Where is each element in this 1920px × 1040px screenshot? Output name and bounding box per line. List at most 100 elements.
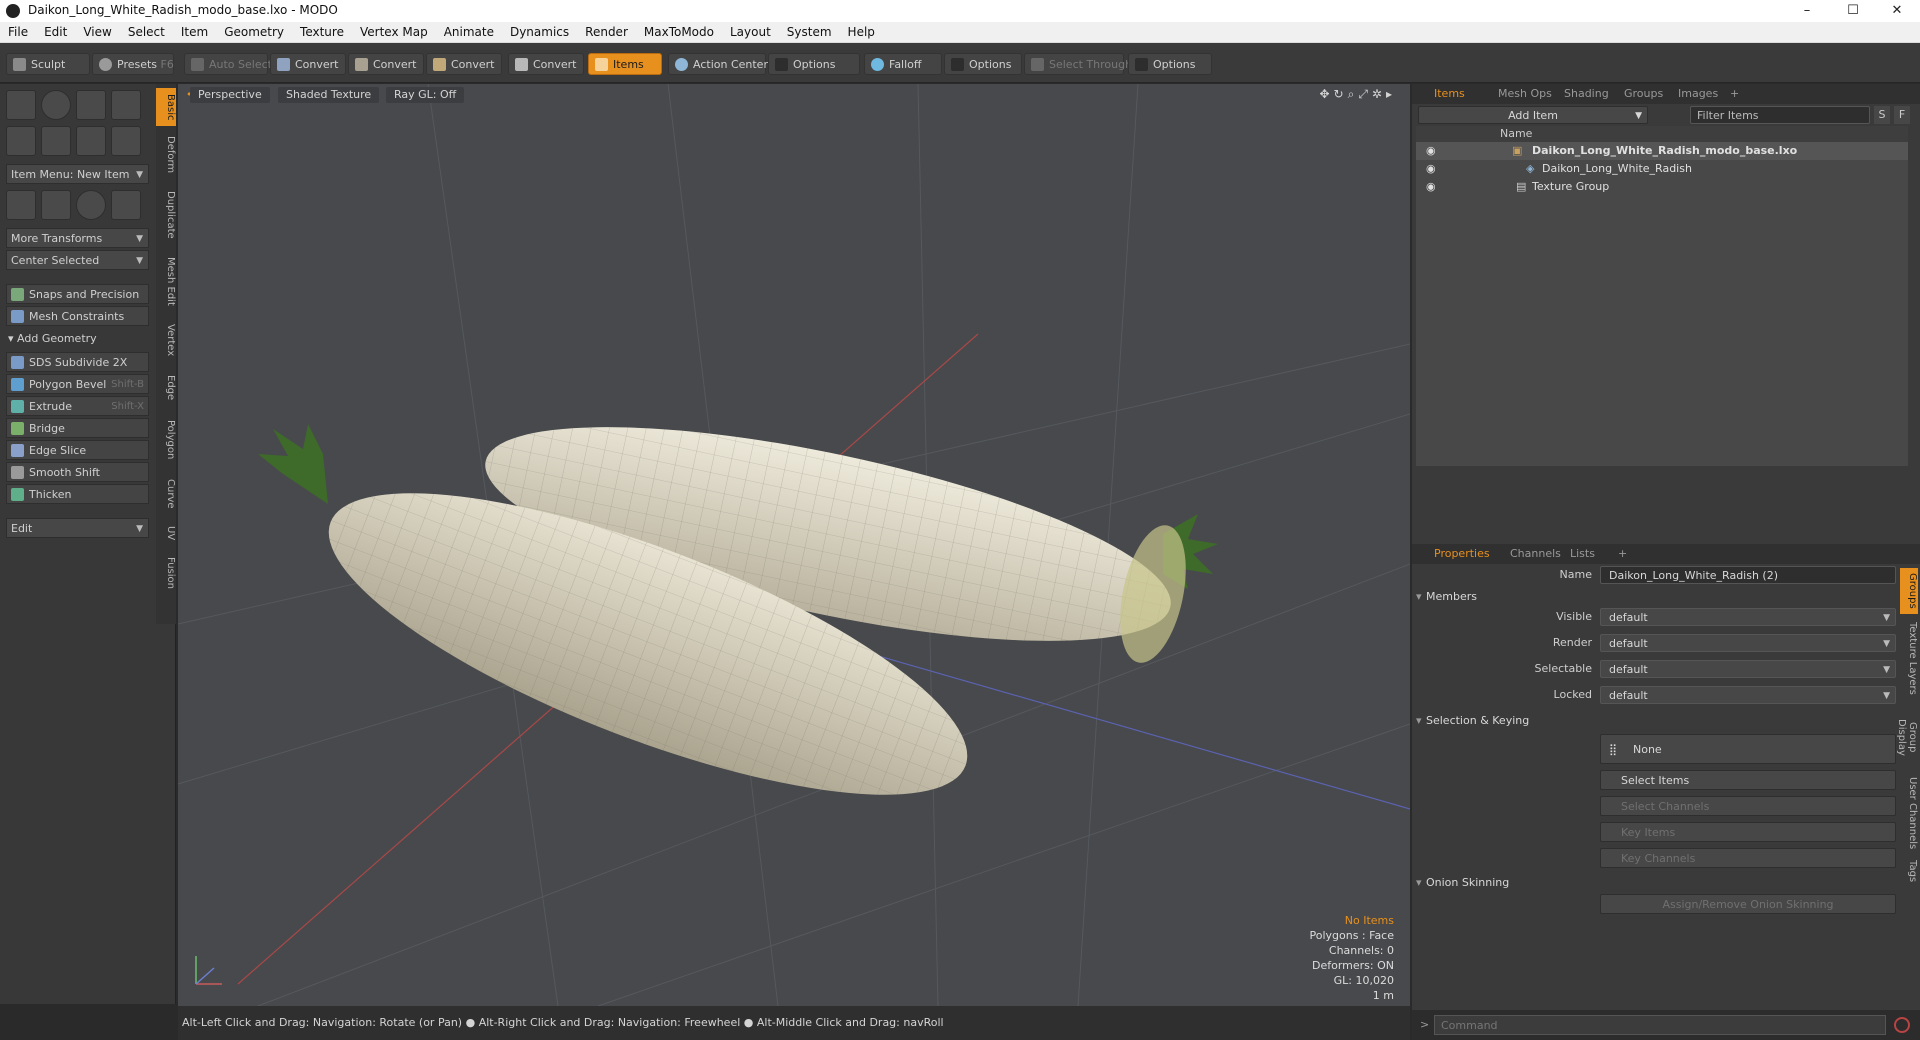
tree-item-scene[interactable]: ◉ ▣ Daikon_Long_White_Radish_modo_base.lxo [1422,142,1912,160]
tree-item-mesh[interactable]: ◉ ◈ Daikon_Long_White_Radish [1422,160,1912,178]
command-input[interactable] [1434,1015,1886,1035]
menu-render[interactable]: Render [577,22,636,43]
close-button[interactable]: ✕ [1874,0,1920,22]
render-dropdown[interactable]: default ▼ [1600,634,1896,652]
select-items-button[interactable]: Select Items [1600,770,1896,790]
key-items-button[interactable]: Key Items [1600,822,1896,842]
tab-channels[interactable]: Channels [1502,545,1569,563]
eye-icon[interactable]: ◉ [1426,160,1436,178]
tab-uv[interactable]: UV [156,520,176,546]
tab-fusion[interactable]: Fusion [156,550,176,596]
thicken-button[interactable]: Thicken [6,484,149,504]
cone-icon[interactable] [111,90,141,120]
view-perspective-dropdown[interactable]: Perspective [190,87,270,103]
cube-icon[interactable] [6,90,36,120]
convert-polygons-button[interactable]: Convert [426,53,502,75]
menu-animate[interactable]: Animate [436,22,502,43]
action-center-button[interactable]: Action Center [668,53,768,75]
tab-basic[interactable]: Basic [156,88,176,126]
edit-dropdown[interactable]: Edit ▼ [6,518,149,538]
tab-duplicate[interactable]: Duplicate [156,184,176,246]
auto-select-button[interactable]: Auto Select [184,53,272,75]
tree-item-texture-group[interactable]: ◉ ▤ Texture Group [1422,178,1912,196]
cylinder-icon[interactable] [76,90,106,120]
members-section[interactable]: Members [1416,588,1904,606]
tab-lists[interactable]: Lists [1562,545,1603,563]
sphere-icon[interactable] [41,90,71,120]
select-through-button[interactable]: Select Through [1024,53,1132,75]
sculpt-button[interactable]: Sculpt [6,53,90,75]
pen-tool-icon[interactable] [76,126,106,156]
assign-onion-skinning-button[interactable]: Assign/Remove Onion Skinning [1600,894,1896,914]
more-transforms-dropdown[interactable]: More Transforms ▼ [6,228,149,248]
menu-texture[interactable]: Texture [292,22,352,43]
curve-tool-icon[interactable] [41,126,71,156]
selection-keying-section[interactable]: Selection & Keying [1416,712,1904,730]
shading-mode-dropdown[interactable]: Shaded Texture [278,87,380,103]
eye-icon[interactable]: ◉ [1426,178,1436,196]
bridge-button[interactable]: Bridge [6,418,149,438]
menu-select[interactable]: Select [120,22,173,43]
tab-group-display[interactable]: Group Display [1896,702,1918,772]
menu-maxtomodo[interactable]: MaxToModo [636,22,722,43]
transform-icon[interactable] [6,190,36,220]
add-tab-button[interactable]: + [1610,545,1635,563]
action-center-options-button[interactable]: Options [768,53,860,75]
snaps-precision-button[interactable]: Snaps and Precision [6,284,149,304]
raygl-toggle[interactable]: Ray GL: Off [386,87,465,103]
items-mode-button[interactable]: Items [588,53,662,75]
falloff-button[interactable]: Falloff [864,53,942,75]
tab-polygon[interactable]: Polygon [156,412,176,468]
grid-icon[interactable] [41,190,71,220]
tab-groups[interactable]: Groups [1616,85,1671,103]
add-item-dropdown[interactable]: Add Item ▼ [1418,106,1648,124]
tab-curve[interactable]: Curve [156,472,176,516]
record-icon[interactable] [1894,1017,1910,1033]
menu-view[interactable]: View [75,22,119,43]
tab-tags[interactable]: Tags [1900,854,1918,888]
smooth-shift-button[interactable]: Smooth Shift [6,462,149,482]
convert-edges-button[interactable]: Convert [348,53,424,75]
mesh-constraints-button[interactable]: Mesh Constraints [6,306,149,326]
convert-vertices-button[interactable]: Convert [270,53,346,75]
text-tool-icon[interactable] [111,126,141,156]
tab-texture-layers[interactable]: Texture Layers [1900,618,1918,698]
tab-images[interactable]: Images [1670,85,1726,103]
viewport-nav-icons[interactable]: ✥↻⌕⤢✲▸ [1319,87,1396,102]
menu-dynamics[interactable]: Dynamics [502,22,577,43]
key-channels-button[interactable]: Key Channels [1600,848,1896,868]
tab-shading[interactable]: Shading [1556,85,1617,103]
menu-item[interactable]: Item [173,22,216,43]
tab-deform[interactable]: Deform [156,130,176,180]
tab-user-channels[interactable]: User Channels [1900,776,1918,850]
tab-mesh-edit[interactable]: Mesh Edit [156,250,176,312]
tab-items[interactable]: Items [1426,85,1473,103]
torus-icon[interactable] [6,126,36,156]
locked-dropdown[interactable]: default ▼ [1600,686,1896,704]
menu-edit[interactable]: Edit [36,22,75,43]
maximize-button[interactable]: ☐ [1830,0,1876,22]
select-through-options-button[interactable]: Options [1128,53,1212,75]
none-button[interactable]: ⣿ None [1600,734,1896,764]
menu-help[interactable]: Help [840,22,883,43]
presets-button[interactable]: Presets F6 [92,53,174,75]
selectable-dropdown[interactable]: default ▼ [1600,660,1896,678]
name-column-header[interactable]: Name [1416,126,1908,142]
center-selected-dropdown[interactable]: Center Selected ▼ [6,250,149,270]
filter-items-input[interactable]: Filter Items [1690,106,1870,124]
menu-system[interactable]: System [779,22,840,43]
item-menu-dropdown[interactable]: Item Menu: New Item ▼ [6,164,149,184]
tab-mesh-ops[interactable]: Mesh Ops [1490,85,1560,103]
menu-geometry[interactable]: Geometry [216,22,292,43]
visible-dropdown[interactable]: default ▼ [1600,608,1896,626]
sds-subdivide-button[interactable]: SDS Subdivide 2X [6,352,149,372]
convert-materials-button[interactable]: Convert [508,53,584,75]
menu-file[interactable]: File [0,22,36,43]
falloff-options-button[interactable]: Options [944,53,1022,75]
add-tab-button[interactable]: + [1722,85,1747,103]
search-f-button[interactable]: F [1894,106,1910,124]
select-channels-button[interactable]: Select Channels [1600,796,1896,816]
3d-viewport[interactable]: • Perspective Shaded Texture Ray GL: Off… [178,84,1410,1006]
edge-slice-button[interactable]: Edge Slice [6,440,149,460]
tab-groups-vertical[interactable]: Groups [1900,568,1918,614]
